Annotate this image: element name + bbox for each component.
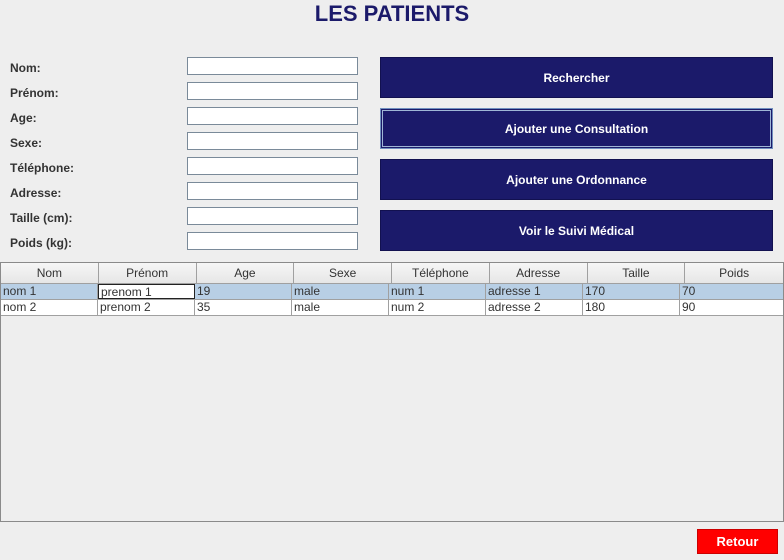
nom-field[interactable]	[187, 57, 358, 75]
rechercher-button[interactable]: Rechercher	[380, 57, 773, 98]
poids-field[interactable]	[187, 232, 358, 250]
table-cell[interactable]: prenom 2	[98, 300, 195, 315]
prenom-field[interactable]	[187, 82, 358, 100]
nom-label: Nom:	[10, 61, 41, 75]
table-cell[interactable]: 90	[680, 300, 778, 315]
poids-label: Poids (kg):	[10, 236, 72, 250]
column-header-telephone[interactable]: Téléphone	[392, 263, 490, 283]
column-header-sexe[interactable]: Sexe	[294, 263, 392, 283]
ajouter-ordonnance-button[interactable]: Ajouter une Ordonnance	[380, 159, 773, 200]
column-header-prenom[interactable]: Prénom	[98, 263, 197, 283]
telephone-field[interactable]	[187, 157, 358, 175]
table-cell[interactable]: nom 2	[1, 300, 98, 315]
age-field[interactable]	[187, 107, 358, 125]
ajouter-consultation-button[interactable]: Ajouter une Consultation	[380, 108, 773, 149]
table-cell[interactable]: 19	[195, 284, 292, 299]
telephone-label: Téléphone:	[10, 161, 75, 175]
adresse-field[interactable]	[187, 182, 358, 200]
sexe-field[interactable]	[187, 132, 358, 150]
table-cell[interactable]: adresse 2	[486, 300, 583, 315]
table-cell[interactable]: prenom 1	[98, 284, 195, 299]
table-cell[interactable]: nom 1	[1, 284, 98, 299]
column-header-age[interactable]: Age	[196, 263, 295, 283]
table-cell[interactable]: 170	[583, 284, 680, 299]
table-cell[interactable]: num 2	[389, 300, 486, 315]
table-cell[interactable]: num 1	[389, 284, 486, 299]
column-header-nom[interactable]: Nom	[1, 263, 99, 283]
table-row[interactable]: nom 2 prenom 2 35 male num 2 adresse 2 1…	[1, 300, 783, 316]
sexe-label: Sexe:	[10, 136, 43, 150]
taille-field[interactable]	[187, 207, 358, 225]
column-header-taille[interactable]: Taille	[587, 263, 686, 283]
table-row[interactable]: nom 1 prenom 1 19 male num 1 adresse 1 1…	[1, 284, 783, 300]
adresse-label: Adresse:	[10, 186, 62, 200]
retour-button[interactable]: Retour	[697, 529, 778, 554]
taille-label: Taille (cm):	[10, 211, 73, 225]
column-header-poids[interactable]: Poids	[685, 263, 783, 283]
column-header-adresse[interactable]: Adresse	[489, 263, 588, 283]
prenom-label: Prénom:	[10, 86, 59, 100]
voir-suivi-medical-button[interactable]: Voir le Suivi Médical	[380, 210, 773, 251]
table-cell[interactable]: male	[292, 300, 389, 315]
table-cell[interactable]: 35	[195, 300, 292, 315]
table-cell[interactable]: adresse 1	[486, 284, 583, 299]
age-label: Age:	[10, 111, 37, 125]
patients-table[interactable]: Nom Prénom Age Sexe Téléphone Adresse Ta…	[0, 262, 784, 522]
table-header: Nom Prénom Age Sexe Téléphone Adresse Ta…	[1, 263, 783, 284]
table-cell[interactable]: male	[292, 284, 389, 299]
table-cell[interactable]: 70	[680, 284, 778, 299]
table-cell[interactable]: 180	[583, 300, 680, 315]
page-title: LES PATIENTS	[314, 1, 470, 26]
